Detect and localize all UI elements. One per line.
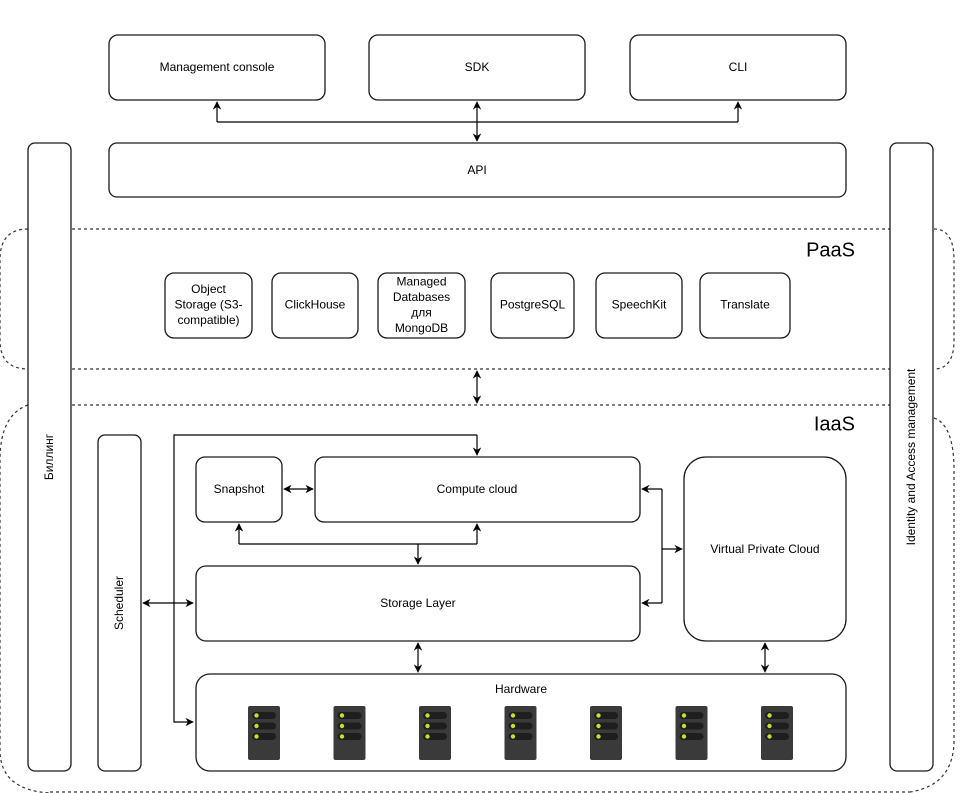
paas-region: PaaS	[0, 228, 955, 370]
paas-service-box[interactable]: PostgreSQL	[490, 272, 575, 339]
paas-service-label: MongoDB	[395, 321, 448, 335]
paas-service-label: Databases	[393, 290, 450, 304]
paas-service-box[interactable]: Managed Databasesдля MongoDB	[377, 272, 466, 339]
server-icon	[248, 706, 280, 760]
management-console-box[interactable]: Management console	[108, 34, 326, 101]
server-icon	[333, 706, 366, 760]
compute-cloud-label: Compute cloud	[437, 482, 518, 496]
top-connectors	[212, 101, 743, 142]
api-box[interactable]: API	[108, 142, 847, 198]
compute-cloud-box[interactable]: Compute cloud	[314, 456, 641, 523]
api-label: API	[467, 163, 486, 177]
iam-bar[interactable]: Identity and Access management	[889, 142, 934, 772]
vpc-label: Virtual Private Cloud	[710, 542, 819, 556]
paas-service-label: ClickHouse	[285, 298, 346, 312]
hardware-label: Hardware	[495, 682, 547, 696]
management-console-label: Management console	[160, 60, 275, 74]
billing-bar[interactable]: Биллинг	[27, 142, 72, 772]
paas-service-label: Managed	[396, 274, 446, 288]
paas-service-label: для	[411, 305, 432, 319]
sdk-box[interactable]: SDK	[368, 34, 586, 101]
paas-service-label: Translate	[720, 298, 770, 312]
scheduler-label: Scheduler	[112, 576, 126, 630]
server-icon	[419, 706, 451, 760]
paas-service-label: Storage (S3-	[174, 298, 242, 312]
snapshot-label: Snapshot	[214, 482, 265, 496]
paas-service-label: SpeechKit	[612, 298, 667, 312]
storage-layer-box[interactable]: Storage Layer	[195, 565, 641, 642]
iam-label: Identity and Access management	[904, 368, 918, 545]
server-icon	[590, 706, 622, 760]
architecture-diagram: PaaS IaaS Management console SDK CLI API…	[0, 34, 955, 793]
cli-box[interactable]: CLI	[629, 34, 847, 101]
iaas-title: IaaS	[814, 413, 855, 435]
snapshot-box[interactable]: Snapshot	[195, 456, 283, 523]
paas-service-label: Object	[191, 282, 226, 296]
vpc-connectors	[641, 484, 683, 608]
paas-service-box[interactable]: Translate	[699, 272, 791, 339]
paas-services: Object Storage (S3-compatible) ClickHouse M…	[164, 272, 791, 339]
paas-service-label: PostgreSQL	[500, 298, 566, 312]
cli-label: CLI	[729, 60, 748, 74]
sdk-label: SDK	[465, 60, 490, 74]
scheduler-bar[interactable]: Scheduler	[97, 434, 142, 772]
billing-label: Биллинг	[42, 433, 56, 480]
server-icon	[504, 706, 537, 760]
paas-service-box[interactable]: Object Storage (S3-compatible)	[164, 272, 253, 339]
storage-layer-label: Storage Layer	[380, 596, 455, 610]
paas-service-label: compatible)	[177, 313, 239, 327]
server-icon	[675, 706, 708, 760]
storage-connectors	[234, 523, 482, 565]
server-icon	[761, 706, 793, 760]
paas-service-box[interactable]: SpeechKit	[595, 272, 683, 339]
paas-service-box[interactable]: ClickHouse	[271, 272, 359, 339]
vpc-box[interactable]: Virtual Private Cloud	[683, 456, 847, 642]
paas-title: PaaS	[806, 239, 855, 261]
